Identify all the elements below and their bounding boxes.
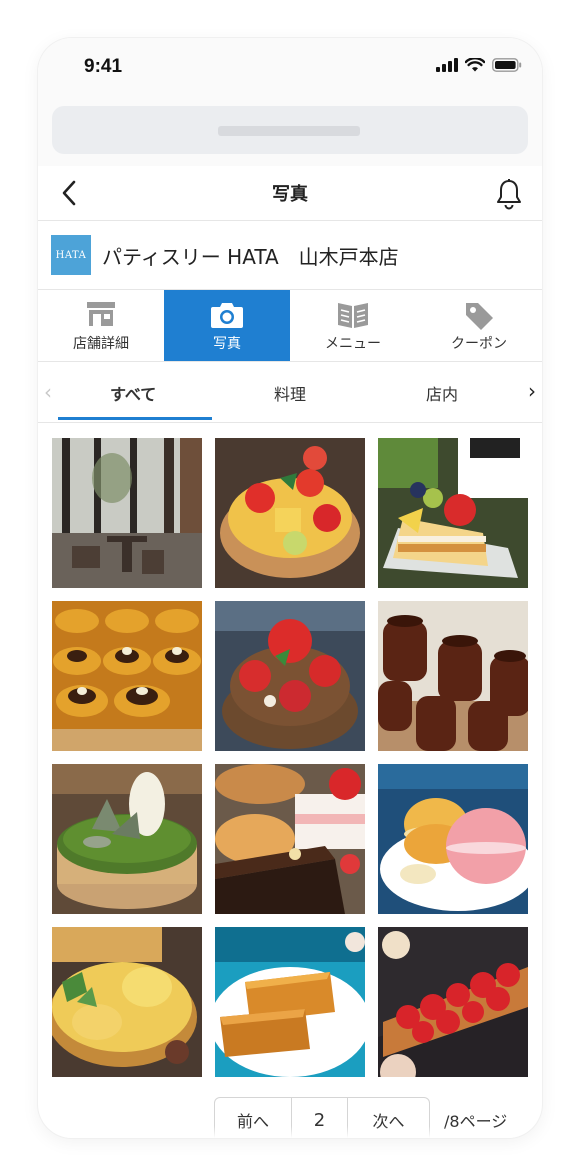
page-title: 写真 [272, 184, 308, 205]
phone-frame: 9:41 写真 HATA パティスリー HATA 山木戸本店 店舗詳細 写真 メ… [38, 38, 542, 1138]
shop-logo: HATA [51, 235, 91, 275]
address-placeholder [218, 126, 360, 136]
photo-financiers[interactable] [215, 927, 365, 1077]
status-icons [436, 58, 522, 72]
photo-cafe-interior[interactable] [52, 438, 202, 588]
scroll-left-chevron-icon[interactable]: ‹ [44, 380, 52, 404]
signal-icon [436, 58, 458, 72]
photo-matcha-cake[interactable] [52, 764, 202, 914]
tab-coupon[interactable]: クーポン [416, 290, 542, 361]
photo-category-tabs: ‹ すべて 料理 店内 › [38, 362, 542, 423]
address-bar[interactable] [52, 106, 528, 154]
photo-strawberry-tart[interactable] [378, 927, 528, 1077]
tab-photos[interactable]: 写真 [164, 290, 290, 361]
subtab-all[interactable]: すべて [110, 381, 156, 405]
tab-menu[interactable]: メニュー [290, 290, 416, 361]
coupon-tag-icon [466, 303, 493, 330]
header-nav: 写真 [38, 166, 542, 221]
status-bar: 9:41 [38, 38, 542, 102]
scroll-right-chevron-icon[interactable]: › [528, 379, 536, 403]
tab-store-details[interactable]: 店舗詳細 [38, 290, 164, 361]
tab-label: 写真 [213, 336, 241, 352]
shop-tabs: 店舗詳細 写真 メニュー クーポン [38, 290, 542, 362]
active-tab-indicator [58, 417, 212, 420]
store-icon [87, 302, 115, 326]
photo-strawberry-cake-slice[interactable] [378, 438, 528, 588]
menu-book-icon [338, 303, 368, 328]
shop-logo-text: HATA [55, 249, 87, 261]
subtab-interior[interactable]: 店内 [426, 381, 458, 405]
subtab-food[interactable]: 料理 [274, 381, 306, 405]
tab-label: クーポン [451, 336, 507, 352]
bottom-fade [38, 1126, 542, 1138]
shop-name: パティスリー HATA 山木戸本店 [102, 245, 399, 269]
address-bar-area [38, 102, 542, 166]
battery-icon [492, 58, 522, 72]
photo-macarons[interactable] [378, 764, 528, 914]
photo-grid [52, 438, 528, 1077]
status-time: 9:41 [84, 56, 123, 77]
bell-icon[interactable] [494, 178, 524, 210]
photo-assorted-cakes[interactable] [215, 764, 365, 914]
photo-cheese-tart[interactable] [52, 927, 202, 1077]
tab-label: 店舗詳細 [73, 336, 129, 352]
shop-header: HATA パティスリー HATA 山木戸本店 [38, 221, 542, 290]
camera-icon [211, 303, 243, 328]
photo-fruit-tart[interactable] [215, 438, 365, 588]
photo-strawberry-chocolate-tart[interactable] [215, 601, 365, 751]
photo-canneles[interactable] [378, 601, 528, 751]
photo-glazed-pastries[interactable] [52, 601, 202, 751]
wifi-icon [465, 58, 485, 72]
tab-label: メニュー [325, 336, 381, 352]
